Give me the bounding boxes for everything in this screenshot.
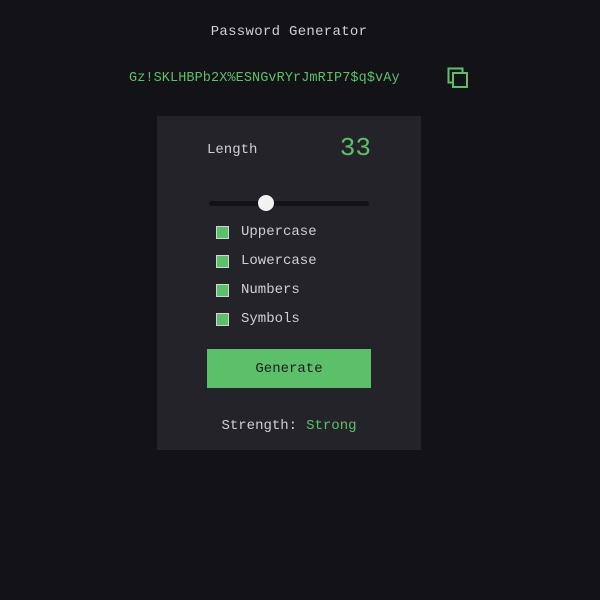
option-symbols[interactable]: Symbols xyxy=(216,310,300,328)
lowercase-checkbox[interactable] xyxy=(216,254,229,268)
slider-track xyxy=(209,201,369,206)
password-text: Gz!SKLHBPb2X%ESNGvRYrJmRIP7$q$vAy xyxy=(129,70,400,86)
numbers-label: Numbers xyxy=(241,282,300,298)
length-value: 33 xyxy=(339,133,371,163)
uppercase-checkbox[interactable] xyxy=(216,225,229,239)
settings-card: Length 33 Uppercase Lowercase Numbers Sy… xyxy=(157,116,421,450)
symbols-checkbox[interactable] xyxy=(216,312,229,326)
page-title: Password Generator xyxy=(210,24,368,40)
copy-icon xyxy=(447,67,468,88)
generate-button[interactable]: Generate xyxy=(207,349,371,388)
strength-indicator: Strength: Strong xyxy=(157,418,421,434)
option-numbers[interactable]: Numbers xyxy=(216,281,300,299)
numbers-checkbox[interactable] xyxy=(216,283,229,297)
length-slider[interactable] xyxy=(209,194,369,212)
copy-button[interactable] xyxy=(447,67,469,89)
password-generator-app: Password Generator Gz!SKLHBPb2X%ESNGvRYr… xyxy=(0,0,600,600)
option-uppercase[interactable]: Uppercase xyxy=(216,223,317,241)
length-label: Length xyxy=(207,142,258,158)
strength-label: Strength: xyxy=(221,418,298,434)
strength-value: Strong xyxy=(306,418,357,434)
lowercase-label: Lowercase xyxy=(241,253,317,269)
slider-thumb[interactable] xyxy=(257,195,274,211)
symbols-label: Symbols xyxy=(241,311,300,327)
password-display: Gz!SKLHBPb2X%ESNGvRYrJmRIP7$q$vAy xyxy=(129,66,400,90)
option-lowercase[interactable]: Lowercase xyxy=(216,252,317,270)
uppercase-label: Uppercase xyxy=(241,224,317,240)
